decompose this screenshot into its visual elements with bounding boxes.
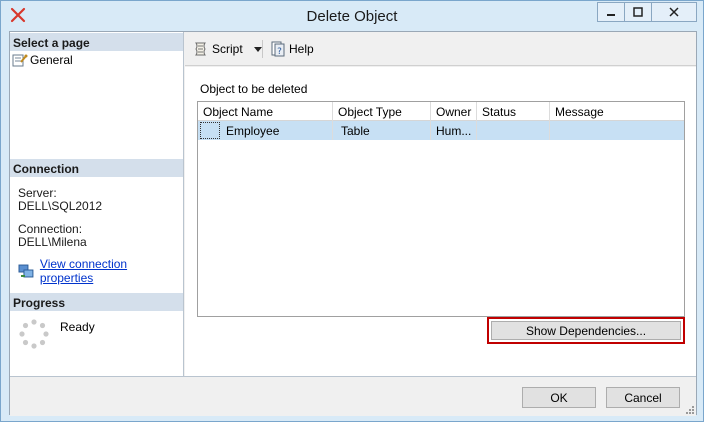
objects-grid[interactable]: Object Name Object Type Owner Status Mes… [197, 101, 685, 317]
resize-grip-icon[interactable] [684, 404, 694, 414]
close-icon [669, 7, 679, 17]
show-dependencies-highlight: Show Dependencies... [487, 317, 685, 344]
help-button[interactable]: ? Help [270, 41, 314, 57]
object-name-text: Employee [226, 124, 280, 138]
title-bar[interactable]: Delete Object [1, 1, 703, 31]
dropdown-arrow-icon[interactable] [253, 46, 262, 52]
svg-text:?: ? [277, 47, 282, 57]
page-item-general[interactable]: General [12, 52, 73, 68]
delete-object-dialog: Delete Object Select a page General Conn… [0, 0, 704, 422]
main-panel: Object to be deleted Object Name Object … [185, 67, 696, 376]
ok-button[interactable]: OK [522, 387, 596, 408]
maximize-button[interactable] [624, 2, 652, 22]
connection-label: Connection: [18, 222, 83, 236]
progress-spinner-icon [19, 319, 49, 349]
server-value: DELL\SQL2012 [18, 199, 103, 213]
select-page-header: Select a page [10, 33, 183, 51]
toolbar: Script ? Help [185, 32, 696, 66]
close-button[interactable] [651, 2, 697, 22]
toolbar-separator [262, 40, 263, 58]
progress-status: Ready [60, 320, 95, 334]
left-pane: Select a page General Connection Server:… [10, 32, 184, 376]
column-header-owner[interactable]: Owner [431, 102, 477, 121]
page-wrench-icon [12, 54, 28, 67]
server-label: Server: [18, 186, 57, 200]
help-icon: ? [271, 41, 285, 57]
progress-header: Progress [10, 293, 183, 311]
dialog-client-area: Select a page General Connection Server:… [9, 31, 697, 416]
view-connection-properties-link[interactable]: View connection properties [18, 257, 183, 285]
connection-value: DELL\Milena [18, 235, 87, 249]
column-header-object-type[interactable]: Object Type [333, 102, 431, 121]
show-dependencies-button[interactable]: Show Dependencies... [491, 321, 681, 340]
minimize-button[interactable] [597, 2, 625, 22]
maximize-icon [633, 7, 643, 17]
progress-row: Ready [18, 318, 95, 350]
script-label: Script [212, 42, 243, 56]
cell-status [477, 121, 550, 140]
script-icon [195, 42, 206, 56]
minimize-icon [607, 14, 615, 16]
objects-to-delete-label: Object to be deleted [200, 82, 308, 96]
cell-message [550, 121, 684, 140]
dialog-footer: OK Cancel [10, 376, 696, 416]
cell-object-name: Employee [198, 121, 333, 140]
column-header-object-name[interactable]: Object Name [198, 102, 333, 121]
view-connection-properties-text: View connection properties [39, 257, 128, 285]
row-focus-indicator [200, 122, 220, 139]
cell-owner: Hum... [431, 121, 477, 140]
connection-header: Connection [10, 159, 183, 177]
script-button[interactable]: Script [193, 41, 262, 57]
help-label: Help [289, 42, 314, 56]
cancel-button[interactable]: Cancel [606, 387, 680, 408]
page-item-label: General [30, 53, 73, 67]
column-header-status[interactable]: Status [477, 102, 550, 121]
connection-properties-icon [18, 264, 34, 277]
cell-object-type: Table [333, 121, 431, 140]
column-header-message[interactable]: Message [550, 102, 684, 121]
table-row[interactable]: Employee Table Hum... [198, 121, 684, 140]
grid-header: Object Name Object Type Owner Status Mes… [198, 102, 684, 121]
